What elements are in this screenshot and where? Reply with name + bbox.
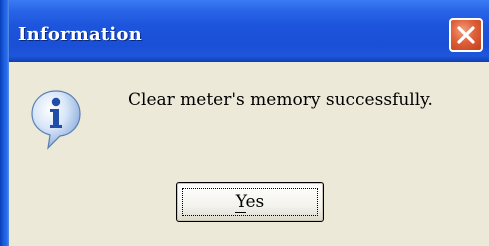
close-icon: [457, 26, 475, 44]
yes-button[interactable]: Yes: [176, 182, 324, 222]
title-bar[interactable]: Information: [0, 0, 489, 62]
yes-button-label: Yes: [235, 192, 265, 212]
info-icon: [31, 90, 81, 150]
mnemonic-underline: [235, 212, 246, 213]
close-button[interactable]: [449, 18, 483, 52]
dialog-title: Information: [18, 24, 142, 45]
message-text: Clear meter's memory successfully.: [128, 90, 433, 110]
window-frame-left: [0, 0, 9, 246]
information-dialog: Information Clear meter's memory success…: [0, 0, 489, 246]
